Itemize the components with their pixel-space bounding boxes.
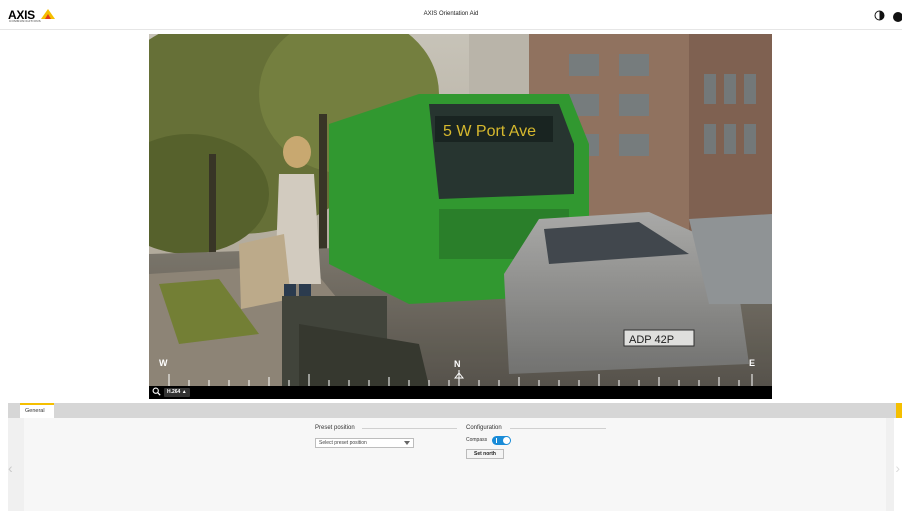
tab-strip-accent bbox=[896, 403, 902, 418]
set-north-button[interactable]: Set north bbox=[466, 449, 504, 459]
right-nav-area bbox=[886, 418, 894, 511]
chevron-right-icon[interactable]: › bbox=[895, 460, 900, 476]
compass-north: N bbox=[454, 359, 461, 369]
app-title: AXIS Orientation Aid bbox=[423, 11, 479, 17]
header-icons bbox=[874, 10, 902, 22]
compass-toggle[interactable] bbox=[492, 436, 511, 445]
camera-image: 5 W Port Ave ADP 42P bbox=[149, 34, 772, 386]
logo-subtext: COMMUNICATIONS bbox=[9, 19, 41, 23]
contrast-icon[interactable] bbox=[874, 10, 885, 21]
video-toolbar: H.264 ▲ bbox=[149, 386, 772, 399]
preset-divider bbox=[362, 428, 457, 429]
settings-panel bbox=[8, 418, 894, 511]
zoom-icon[interactable] bbox=[152, 387, 161, 396]
video-viewer[interactable]: 5 W Port Ave ADP 42P W N E H.264 ▲ bbox=[149, 34, 772, 399]
preset-position-select[interactable]: Select preset position bbox=[315, 438, 414, 448]
preset-section-title: Preset position bbox=[315, 425, 355, 431]
chevron-left-icon[interactable]: ‹ bbox=[8, 460, 13, 476]
toggle-on-mark bbox=[496, 438, 497, 443]
toggle-knob bbox=[503, 437, 510, 444]
chevron-down-icon bbox=[404, 441, 410, 445]
tab-strip bbox=[8, 403, 902, 418]
compass-west: W bbox=[159, 358, 168, 368]
stream-codec-button[interactable]: H.264 ▲ bbox=[164, 388, 190, 397]
compass-label: Compass bbox=[466, 437, 488, 443]
menu-icon[interactable] bbox=[889, 10, 902, 22]
top-bar: AXIS COMMUNICATIONS AXIS Orientation Aid bbox=[0, 0, 902, 30]
compass-east: E bbox=[749, 358, 756, 368]
configuration-section-title: Configuration bbox=[466, 425, 502, 431]
compass-labels: W N E bbox=[149, 354, 772, 374]
orientation-aid-app: AXIS COMMUNICATIONS AXIS Orientation Aid bbox=[0, 0, 902, 511]
tab-general[interactable]: General bbox=[20, 403, 54, 418]
preset-select-value: Select preset position bbox=[319, 440, 367, 446]
configuration-divider bbox=[510, 428, 606, 429]
